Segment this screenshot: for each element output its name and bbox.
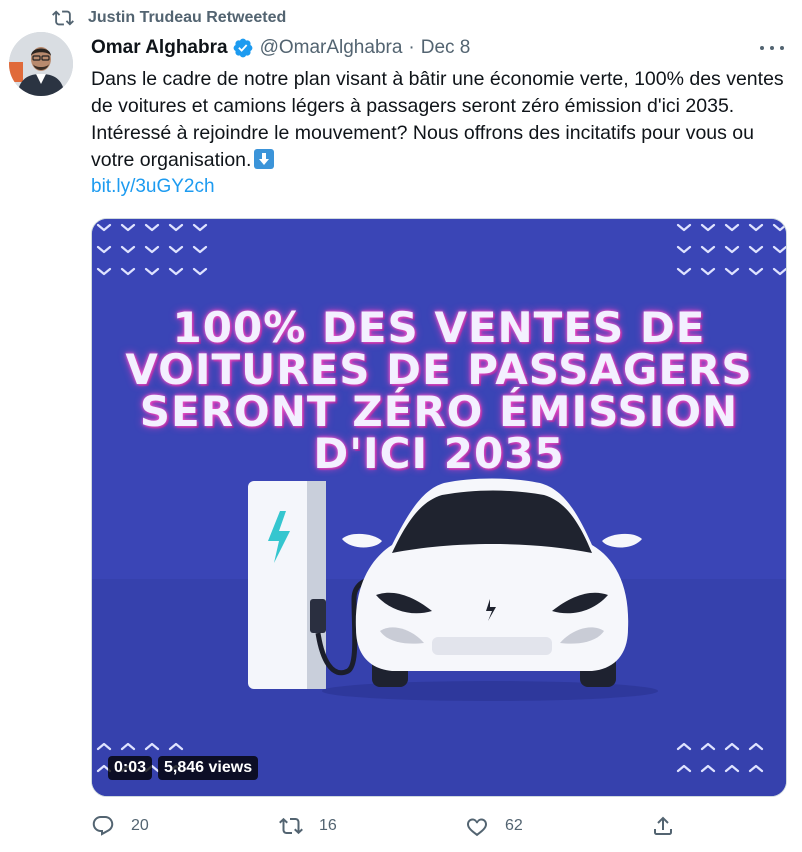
retweet-icon (52, 10, 74, 26)
retweet-count: 16 (319, 817, 337, 834)
heart-icon (467, 818, 487, 837)
like-count: 62 (505, 817, 523, 834)
video-badges: 0:03 5,846 views (108, 756, 259, 780)
action-bar: 20 16 62 (91, 814, 691, 844)
retweet-button[interactable]: 16 (279, 814, 337, 838)
retweet-header: Justin Trudeau Retweeted (52, 7, 286, 29)
video-title-line: D'ICI 2035 (313, 429, 565, 478)
verified-badge-icon (233, 38, 252, 58)
video-duration-badge: 0:03 (108, 756, 153, 780)
video-title-line: 100% DES VENTES DE (172, 303, 706, 352)
share-icon (654, 816, 672, 835)
reply-button[interactable]: 20 (91, 814, 149, 838)
separator-dot: · (408, 37, 415, 58)
tweet-body: Dans le cadre de notre plan visant à bât… (91, 68, 784, 171)
video-title-line: VOITURES DE PASSAGERS (125, 345, 753, 394)
video-player[interactable]: 100% DES VENTES DE VOITURES DE PASSAGERS… (91, 218, 787, 797)
like-button[interactable]: 62 (465, 814, 523, 838)
video-title-line: SERONT ZÉRO ÉMISSION (139, 387, 739, 436)
tweet-header: Omar Alghabra @OmarAlghabra · Dec 8 (91, 34, 782, 62)
more-options-icon[interactable] (760, 38, 784, 58)
author-handle[interactable]: @OmarAlghabra (260, 37, 403, 59)
share-button[interactable] (651, 814, 691, 838)
video-title-overlay: 100% DES VENTES DE VOITURES DE PASSAGERS… (92, 307, 786, 475)
reply-icon (92, 816, 114, 836)
tweet-text: Dans le cadre de notre plan visant à bât… (91, 66, 785, 174)
down-arrow-emoji-icon (254, 149, 275, 169)
tweet-link[interactable]: bit.ly/3uGY2ch (91, 176, 215, 198)
reply-count: 20 (131, 817, 149, 834)
retweet-action-icon (279, 817, 303, 835)
author-name[interactable]: Omar Alghabra (91, 37, 228, 59)
retweet-label[interactable]: Justin Trudeau Retweeted (88, 9, 286, 27)
video-views-badge: 5,846 views (158, 756, 259, 780)
avatar[interactable] (9, 32, 73, 96)
tweet-date[interactable]: Dec 8 (421, 37, 471, 59)
